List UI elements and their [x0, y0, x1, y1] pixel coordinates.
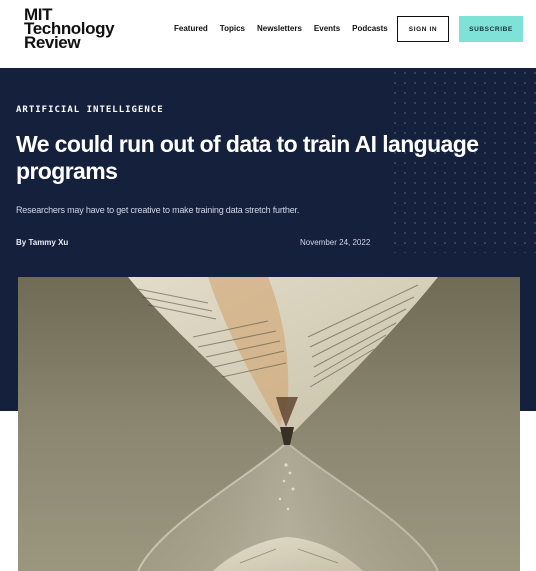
- site-logo[interactable]: MIT Technology Review: [24, 6, 115, 52]
- subscribe-button[interactable]: SUBSCRIBE: [459, 16, 523, 42]
- logo-line-3: Review: [24, 33, 81, 52]
- sign-in-button[interactable]: SIGN IN: [397, 16, 449, 42]
- nav-podcasts[interactable]: Podcasts: [352, 24, 388, 33]
- hourglass-icon: [18, 277, 520, 571]
- article-category[interactable]: ARTIFICIAL INTELLIGENCE: [16, 105, 164, 115]
- nav-topics[interactable]: Topics: [220, 24, 245, 33]
- article-byline[interactable]: By Tammy Xu: [16, 238, 68, 247]
- site-header: MIT Technology Review Featured Topics Ne…: [0, 0, 536, 69]
- nav-events[interactable]: Events: [314, 24, 340, 33]
- article-headline: We could run out of data to train AI lan…: [16, 131, 479, 184]
- main-nav: Featured Topics Newsletters Events Podca…: [174, 24, 388, 33]
- hero-image: [18, 277, 520, 571]
- article-date: November 24, 2022: [300, 238, 371, 247]
- nav-featured[interactable]: Featured: [174, 24, 208, 33]
- nav-newsletters[interactable]: Newsletters: [257, 24, 302, 33]
- article-dek: Researchers may have to get creative to …: [16, 205, 300, 215]
